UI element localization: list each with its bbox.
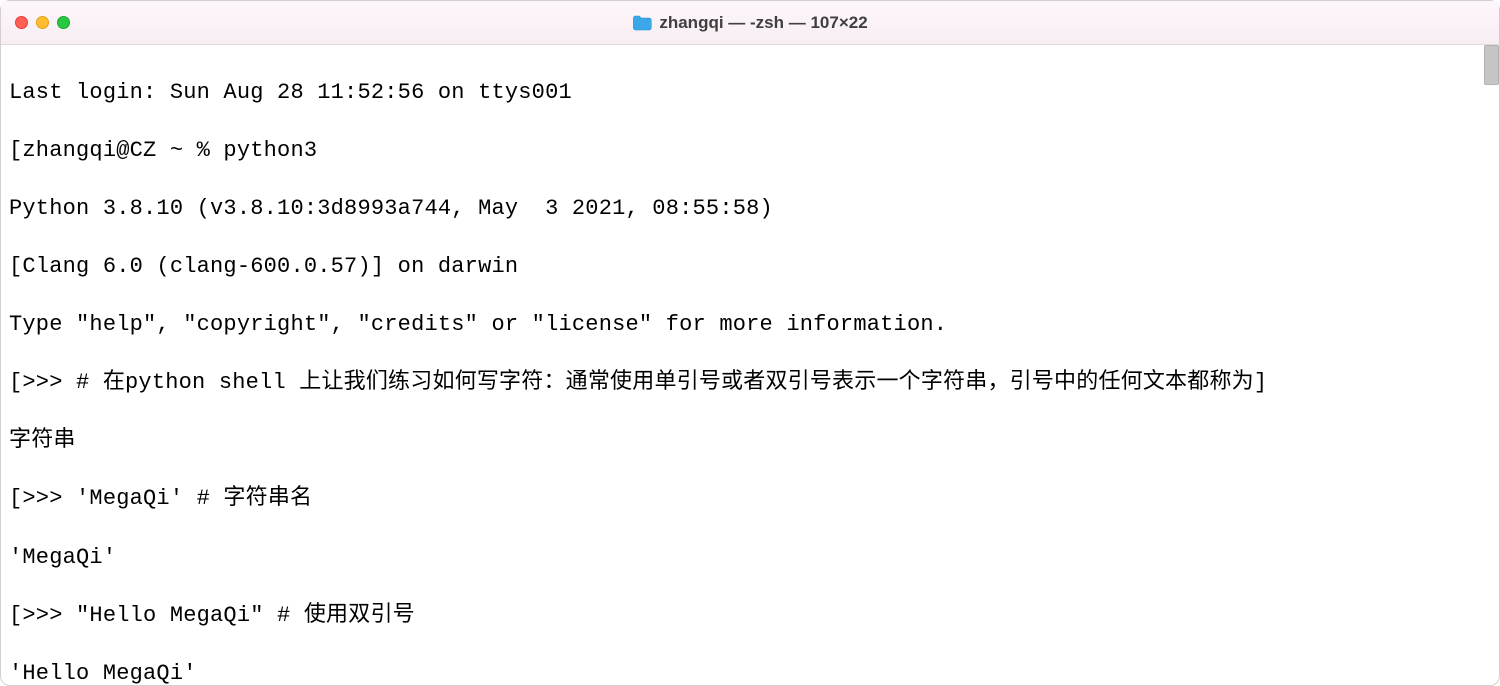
terminal-line: 字符串 <box>9 426 1491 455</box>
terminal-line: Python 3.8.10 (v3.8.10:3d8993a744, May 3… <box>9 194 1491 223</box>
traffic-lights <box>15 16 70 29</box>
terminal-content[interactable]: Last login: Sun Aug 28 11:52:56 on ttys0… <box>1 45 1499 685</box>
terminal-line: [Clang 6.0 (clang-600.0.57)] on darwin <box>9 252 1491 281</box>
folder-icon <box>632 15 652 31</box>
terminal-line: 'MegaQi' <box>9 543 1491 572</box>
zoom-button[interactable] <box>57 16 70 29</box>
terminal-line: Last login: Sun Aug 28 11:52:56 on ttys0… <box>9 78 1491 107</box>
window-title-text: zhangqi — -zsh — 107×22 <box>659 13 867 33</box>
terminal-line: [zhangqi@CZ ~ % python3 <box>9 136 1491 165</box>
terminal-line: [>>> # 在python shell 上让我们练习如何写字符：通常使用单引号… <box>9 368 1491 397</box>
terminal-line: Type "help", "copyright", "credits" or "… <box>9 310 1491 339</box>
terminal-line: 'Hello MegaQi' <box>9 659 1491 685</box>
window-title: zhangqi — -zsh — 107×22 <box>632 13 867 33</box>
terminal-line: [>>> "Hello MegaQi" # 使用双引号 <box>9 601 1491 630</box>
minimize-button[interactable] <box>36 16 49 29</box>
terminal-line: [>>> 'MegaQi' # 字符串名 <box>9 484 1491 513</box>
close-button[interactable] <box>15 16 28 29</box>
window-titlebar: zhangqi — -zsh — 107×22 <box>1 1 1499 45</box>
scrollbar-thumb[interactable] <box>1484 45 1499 85</box>
